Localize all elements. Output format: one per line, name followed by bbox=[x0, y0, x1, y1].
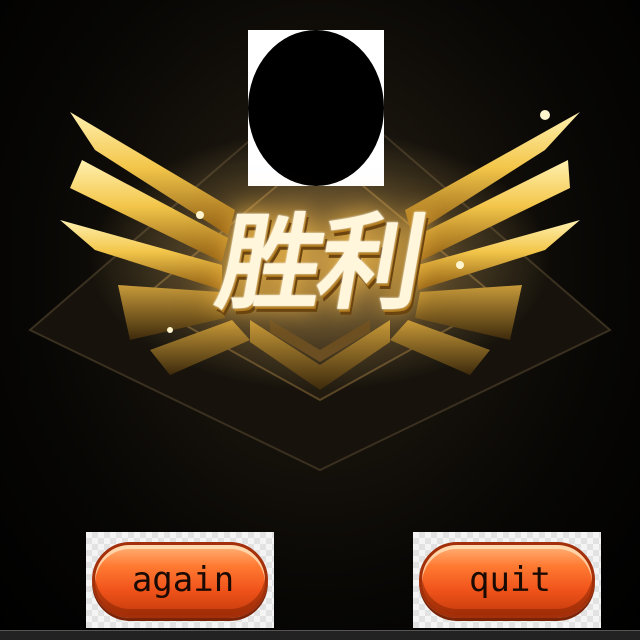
bottom-edge-bar bbox=[0, 630, 640, 640]
avatar-placeholder-icon bbox=[248, 30, 384, 186]
victory-title: 胜利 bbox=[209, 202, 431, 324]
again-button[interactable]: again bbox=[86, 532, 274, 628]
quit-button-label: quit bbox=[469, 560, 551, 600]
again-button-pill[interactable]: again bbox=[92, 542, 268, 618]
player-avatar bbox=[248, 30, 384, 186]
victory-screen: 胜利 again quit bbox=[0, 0, 640, 640]
again-button-label: again bbox=[131, 560, 235, 600]
quit-button-pill[interactable]: quit bbox=[419, 542, 595, 618]
quit-button[interactable]: quit bbox=[413, 532, 601, 628]
